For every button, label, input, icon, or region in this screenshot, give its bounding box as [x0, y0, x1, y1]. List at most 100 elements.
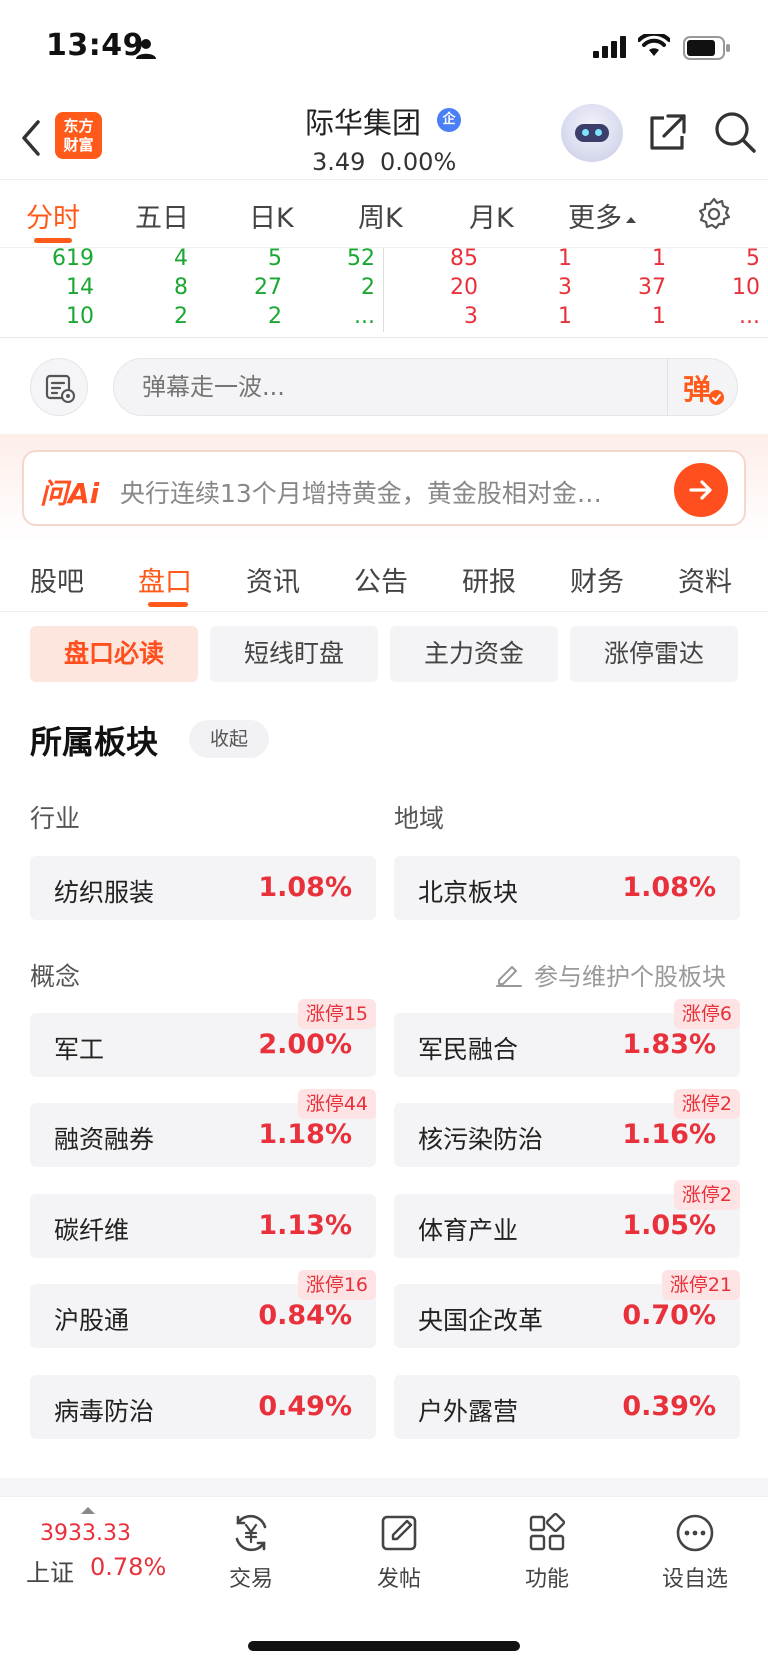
- market-index-widget[interactable]: 3933.33 上证 0.78%: [0, 1497, 170, 1597]
- tab-research[interactable]: 研报: [462, 560, 516, 599]
- tab-monthly-k[interactable]: 月K: [469, 196, 514, 235]
- sector-name: 户外露营: [418, 1397, 519, 1426]
- buy-cell: 10: [66, 304, 94, 329]
- sector-change: 2.00%: [258, 1029, 352, 1060]
- nav-post[interactable]: 发帖: [344, 1511, 454, 1593]
- sector-tag-region[interactable]: 北京板块 1.08%: [394, 856, 740, 920]
- battery-icon: [683, 36, 730, 60]
- index-change: 0.78%: [90, 1553, 167, 1581]
- nav-add-watchlist[interactable]: 设自选: [640, 1511, 750, 1593]
- sector-tag-industry[interactable]: 纺织服装 1.08%: [30, 856, 376, 920]
- tab-five-day[interactable]: 五日: [135, 196, 189, 235]
- sell-cell: 1: [652, 304, 666, 329]
- nav-functions[interactable]: 功能: [492, 1511, 602, 1593]
- sector-tag-concept[interactable]: 融资融券 1.18% 涨停44: [30, 1089, 376, 1167]
- ai-banner-text: 央行连续13个月增持黄金，黄金股相对金…: [120, 479, 602, 508]
- sector-tag-concept[interactable]: 户外露营 0.39%: [394, 1375, 740, 1439]
- active-tab-indicator: [148, 602, 188, 607]
- gear-icon[interactable]: [697, 197, 731, 231]
- limit-up-badge: 涨停21: [661, 1270, 740, 1300]
- tab-intraday[interactable]: 分时: [26, 196, 80, 235]
- caret-down-icon: [626, 216, 636, 223]
- sell-cell: 20: [450, 275, 478, 300]
- sell-cell: 1: [652, 246, 666, 271]
- sector-name: 纺织服装: [54, 878, 155, 907]
- sector-tag-concept[interactable]: 沪股通 0.84% 涨停16: [30, 1270, 376, 1348]
- ai-question-banner[interactable]: 问Ai 央行连续13个月增持黄金，黄金股相对金…: [22, 450, 746, 526]
- content-tabs: 股吧 盘口 资讯 公告 研报 财务 资料: [0, 542, 768, 612]
- index-name: 上证: [26, 1559, 74, 1587]
- sell-cell: 37: [638, 275, 666, 300]
- ai-go-button[interactable]: [674, 463, 728, 517]
- sector-tag-concept[interactable]: 碳纤维 1.13%: [30, 1194, 376, 1258]
- sector-change: 0.39%: [622, 1391, 716, 1422]
- subtab-main-funds[interactable]: 主力资金: [390, 626, 558, 682]
- status-bar: 13:49: [0, 0, 768, 96]
- ai-banner-zone: 问Ai 央行连续13个月增持黄金，黄金股相对金…: [0, 434, 768, 542]
- tab-profile[interactable]: 资料: [678, 560, 732, 599]
- subtab-limit-up-radar[interactable]: 涨停雷达: [570, 626, 738, 682]
- sector-tag-concept[interactable]: 央国企改革 0.70% 涨停21: [394, 1270, 740, 1348]
- tab-more-label: 更多: [568, 203, 622, 234]
- sector-name: 碳纤维: [54, 1216, 130, 1245]
- tab-more[interactable]: 更多: [568, 196, 636, 235]
- barrage-row: 弹: [0, 338, 768, 434]
- sector-tag-concept[interactable]: 病毒防治 0.49%: [30, 1375, 376, 1439]
- limit-up-badge: 涨停2: [673, 1180, 740, 1210]
- ai-logo: 问Ai: [40, 477, 100, 510]
- sector-name: 军工: [54, 1035, 105, 1064]
- subtab-must-read[interactable]: 盘口必读: [30, 626, 198, 682]
- barrage-settings-button[interactable]: [30, 358, 88, 416]
- ai-robot-avatar-icon[interactable]: [561, 104, 623, 162]
- back-arrow-icon[interactable]: [18, 118, 44, 158]
- wifi-icon: [638, 34, 670, 56]
- subtab-short-term[interactable]: 短线盯盘: [210, 626, 378, 682]
- search-icon[interactable]: [713, 110, 757, 154]
- maintain-sectors-link[interactable]: 参与维护个股板块: [534, 957, 726, 992]
- sector-change: 0.49%: [258, 1391, 352, 1422]
- sector-tag-concept[interactable]: 军民融合 1.83% 涨停6: [394, 999, 740, 1077]
- grid-apps-icon: [529, 1512, 566, 1551]
- buy-cell: 619: [52, 246, 94, 271]
- collapse-button[interactable]: 收起: [189, 720, 269, 758]
- note-settings-icon: [45, 374, 75, 403]
- nav-trade[interactable]: 交易: [196, 1511, 306, 1593]
- sector-change: 1.16%: [622, 1119, 716, 1150]
- share-icon[interactable]: [646, 112, 688, 154]
- sector-tag-concept[interactable]: 军工 2.00% 涨停15: [30, 999, 376, 1077]
- sector-tag-concept[interactable]: 体育产业 1.05% 涨停2: [394, 1180, 740, 1258]
- tab-weekly-k[interactable]: 周K: [358, 196, 403, 235]
- tab-news[interactable]: 资讯: [246, 560, 300, 599]
- sell-cell: 1: [558, 304, 572, 329]
- tab-daily-k[interactable]: 日K: [249, 196, 294, 235]
- sector-name: 沪股通: [54, 1306, 130, 1335]
- barrage-send-button[interactable]: 弹: [667, 358, 738, 416]
- sector-change: 0.84%: [258, 1300, 352, 1331]
- sell-cell: 3: [558, 275, 572, 300]
- home-indicator[interactable]: [248, 1641, 520, 1651]
- sector-tag-concept[interactable]: 核污染防治 1.16% 涨停2: [394, 1089, 740, 1167]
- tab-handicap[interactable]: 盘口: [138, 560, 192, 599]
- buy-cell: 5: [268, 246, 282, 271]
- sector-change: 1.18%: [258, 1119, 352, 1150]
- tab-finance[interactable]: 财务: [570, 560, 624, 599]
- sector-name: 央国企改革: [418, 1306, 544, 1335]
- barrage-input[interactable]: [113, 358, 738, 416]
- sector-change: 1.13%: [258, 1210, 352, 1241]
- nav-post-label: 发帖: [376, 1567, 421, 1592]
- sector-change: 0.70%: [622, 1300, 716, 1331]
- tab-forum[interactable]: 股吧: [30, 560, 84, 599]
- barrage-send-label: 弹: [683, 373, 712, 406]
- brand-logo[interactable]: 东方 财富: [55, 112, 102, 159]
- sector-change: 1.08%: [622, 872, 716, 903]
- stock-header: 东方 财富 际华集团 企 3.49 0.00%: [0, 96, 768, 180]
- sell-cell: 10: [732, 275, 760, 300]
- sector-name: 军民融合: [418, 1035, 519, 1064]
- sector-name: 病毒防治: [54, 1397, 155, 1426]
- buy-cell: 2: [268, 304, 282, 329]
- limit-up-badge: 涨停2: [673, 1089, 740, 1119]
- stock-name: 际华集团: [305, 106, 422, 140]
- edit-pencil-icon[interactable]: [494, 958, 524, 988]
- tab-announcements[interactable]: 公告: [354, 560, 408, 599]
- sell-cell: ...: [739, 304, 760, 329]
